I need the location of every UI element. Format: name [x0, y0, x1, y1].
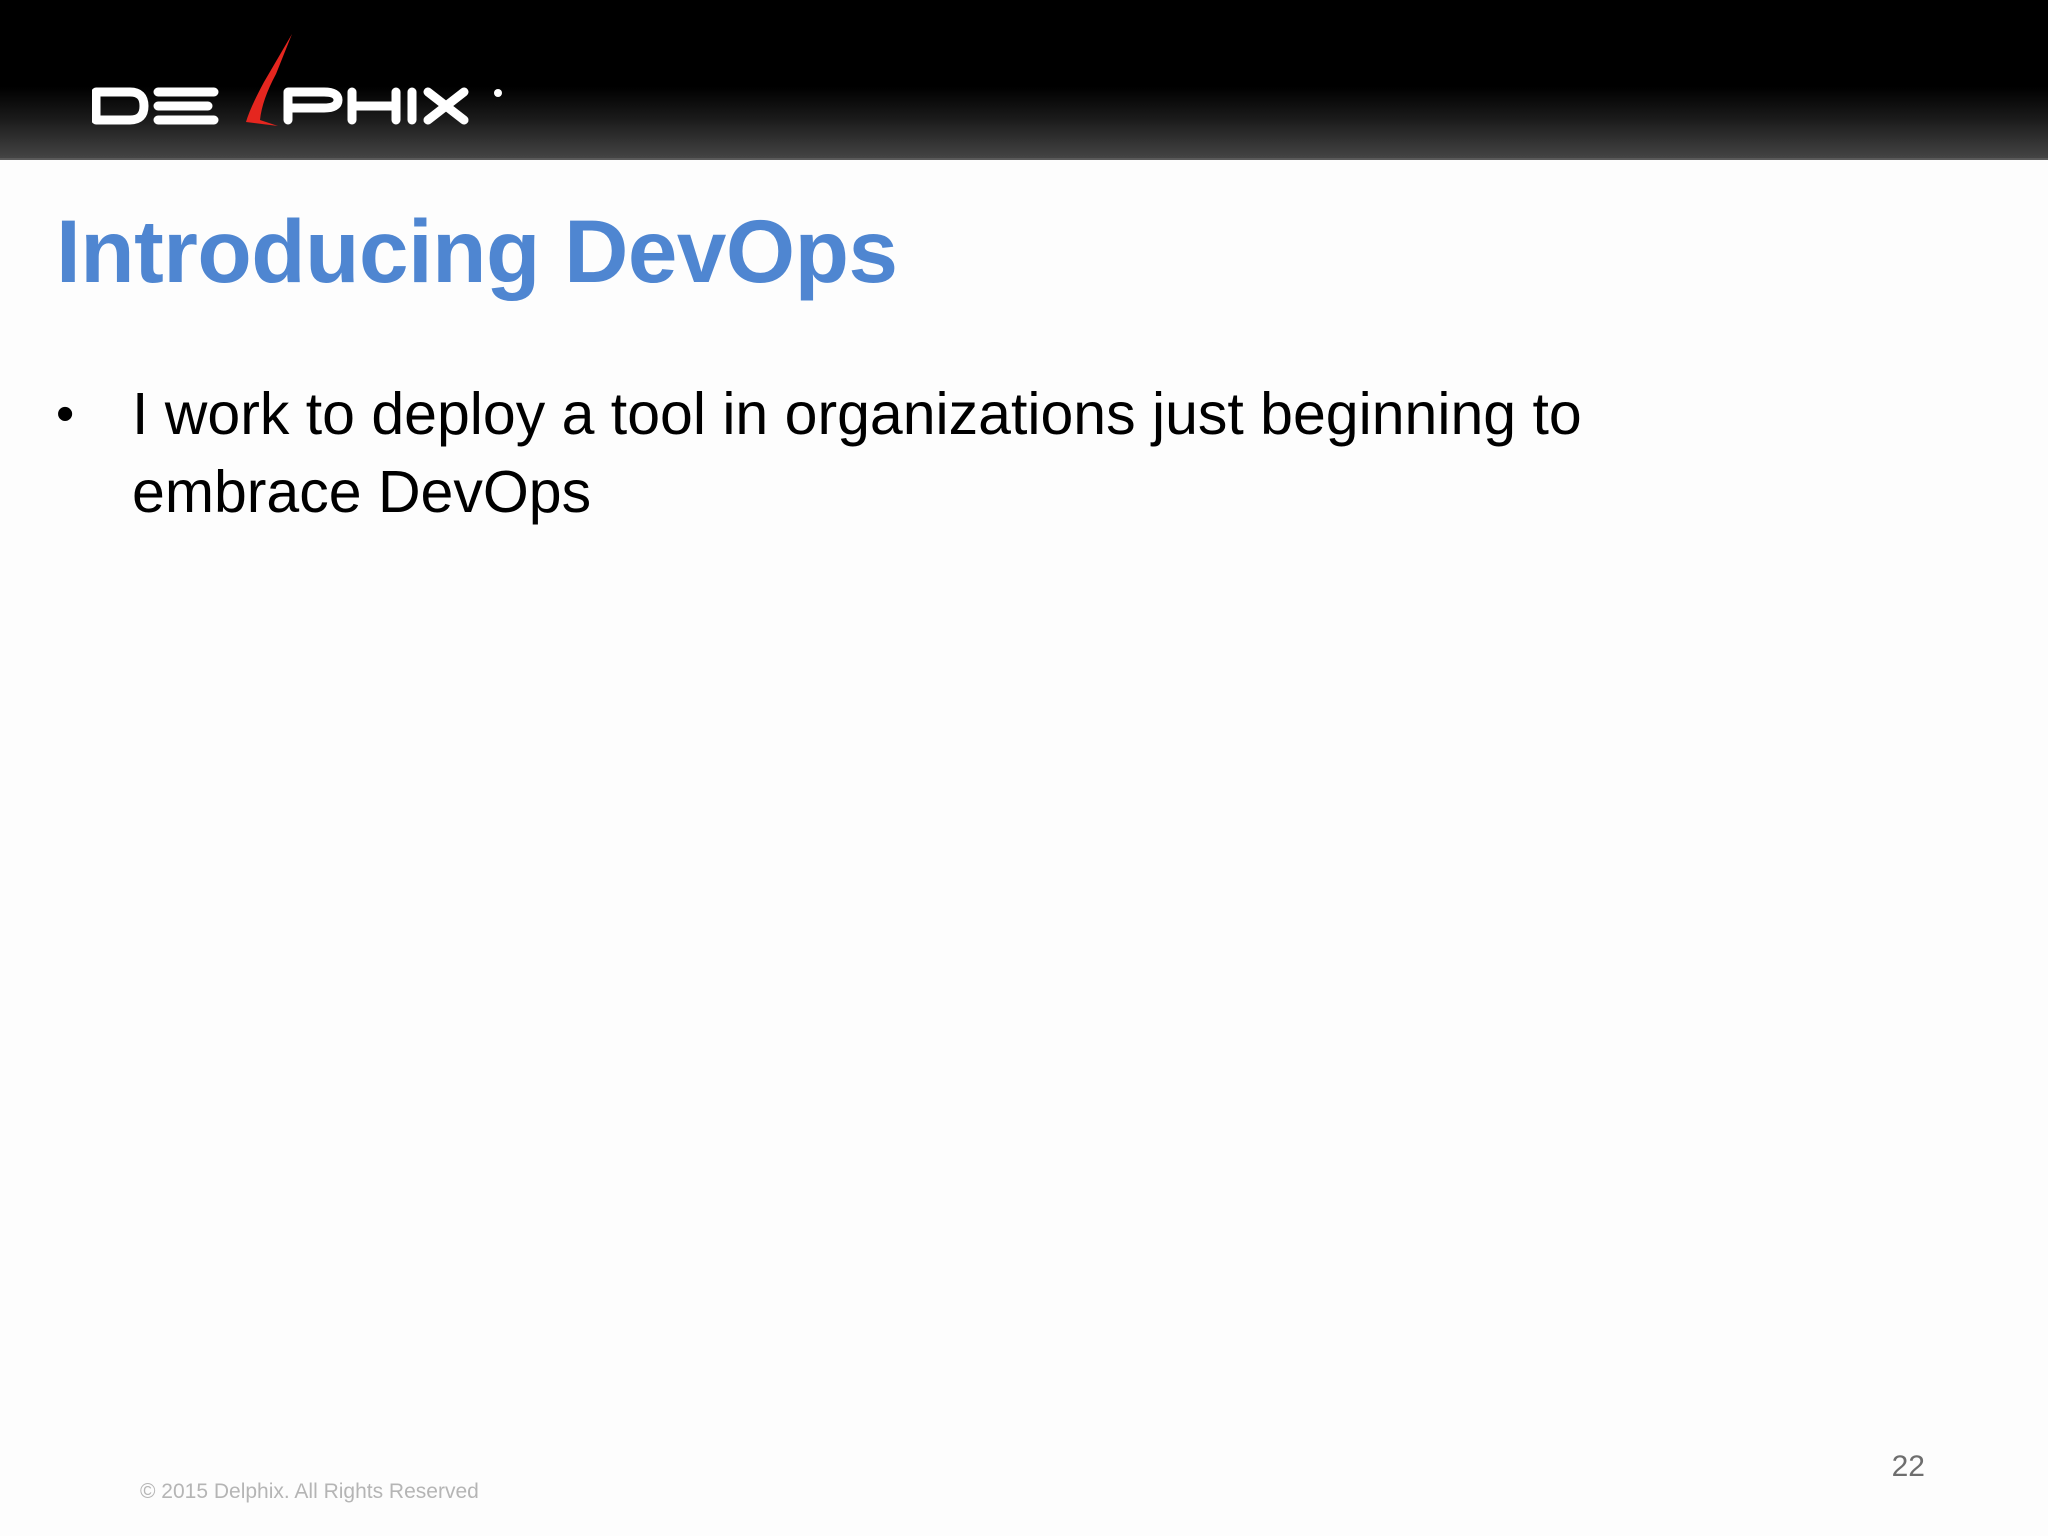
slide: Introducing DevOps • I work to deploy a … — [0, 0, 2048, 1536]
delphix-logo — [92, 34, 502, 126]
bullet-text: I work to deploy a tool in organizations… — [132, 381, 1582, 525]
bullet-list: • I work to deploy a tool in organizatio… — [56, 375, 1756, 531]
slide-title: Introducing DevOps — [56, 201, 898, 301]
page-number: 22 — [1891, 1450, 1925, 1483]
copyright-notice: © 2015 Delphix. All Rights Reserved — [140, 1480, 479, 1503]
bullet-icon: • — [56, 385, 75, 443]
header-bar — [0, 0, 2048, 160]
list-item: • I work to deploy a tool in organizatio… — [56, 375, 1756, 531]
